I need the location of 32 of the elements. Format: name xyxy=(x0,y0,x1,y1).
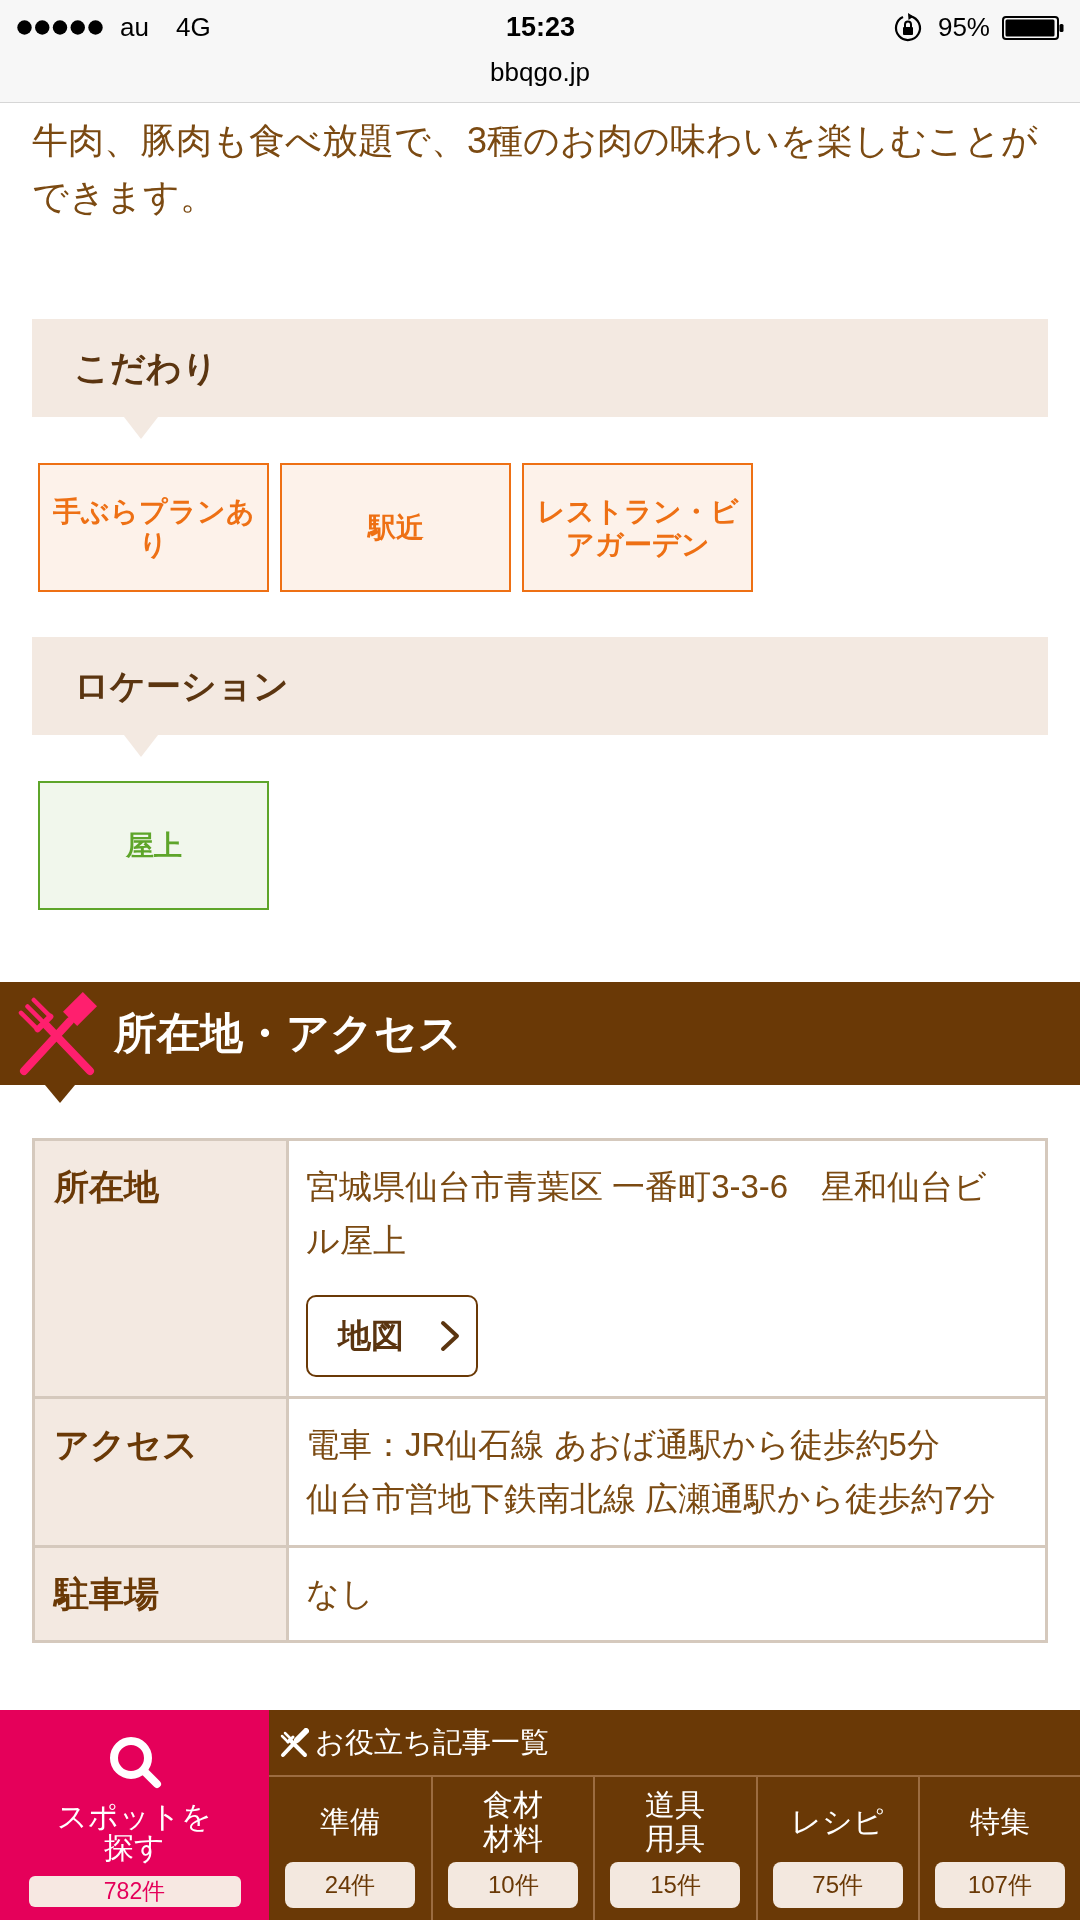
row-label: アクセス xyxy=(35,1399,286,1545)
map-button[interactable]: 地図 xyxy=(306,1295,478,1377)
pointer-icon xyxy=(124,735,158,757)
carrier-name: au xyxy=(120,12,149,43)
count-pill: 15件 xyxy=(610,1862,741,1908)
count-pill: 10件 xyxy=(448,1862,579,1908)
intro-text: 牛肉、豚肉も食べ放題で、3種のお肉の味わいを楽しむことができます。 xyxy=(32,119,1040,219)
section-title: 所在地・アクセス xyxy=(114,1007,462,1059)
battery-percentage: 95% xyxy=(937,12,990,43)
network-type: 4G xyxy=(175,12,211,43)
cell-text: なし xyxy=(306,1574,375,1614)
section-heading: ロケーション xyxy=(32,637,1048,735)
articles-heading: お役立ち記事一覧 xyxy=(315,1724,549,1760)
cell-text: 電車：JR仙石線 あおば通駅から徒歩約5分 xyxy=(306,1425,941,1465)
chevron-icon xyxy=(440,1320,460,1352)
rotation-lock-icon xyxy=(892,12,923,43)
crossed-utensils-icon xyxy=(279,1727,309,1758)
count-pill: 24件 xyxy=(285,1862,416,1908)
search-spots-button[interactable]: スポットを 探す 782件 xyxy=(0,1710,269,1920)
count-pill: 107件 xyxy=(934,1862,1065,1908)
section-heading: こだわり xyxy=(32,319,1048,417)
url-text: bbqgo.jp xyxy=(490,57,590,87)
clock-time: 15:23 xyxy=(505,12,576,43)
cell-text: 宮城県仙台市青葉区 一番町3-3-6 星和仙台ビル屋上 xyxy=(306,1167,989,1261)
row-label: 所在地 xyxy=(35,1141,286,1396)
pointer-icon xyxy=(124,417,158,439)
row-label: 駐車場 xyxy=(35,1548,286,1640)
count-pill: 782件 xyxy=(28,1876,241,1907)
count-pill: 75件 xyxy=(772,1862,903,1908)
cell-text: 仙台市営地下鉄南北線 広瀬通駅から徒歩約7分 xyxy=(306,1479,997,1519)
battery-icon xyxy=(1002,15,1064,40)
signal-dots-icon xyxy=(17,20,103,35)
